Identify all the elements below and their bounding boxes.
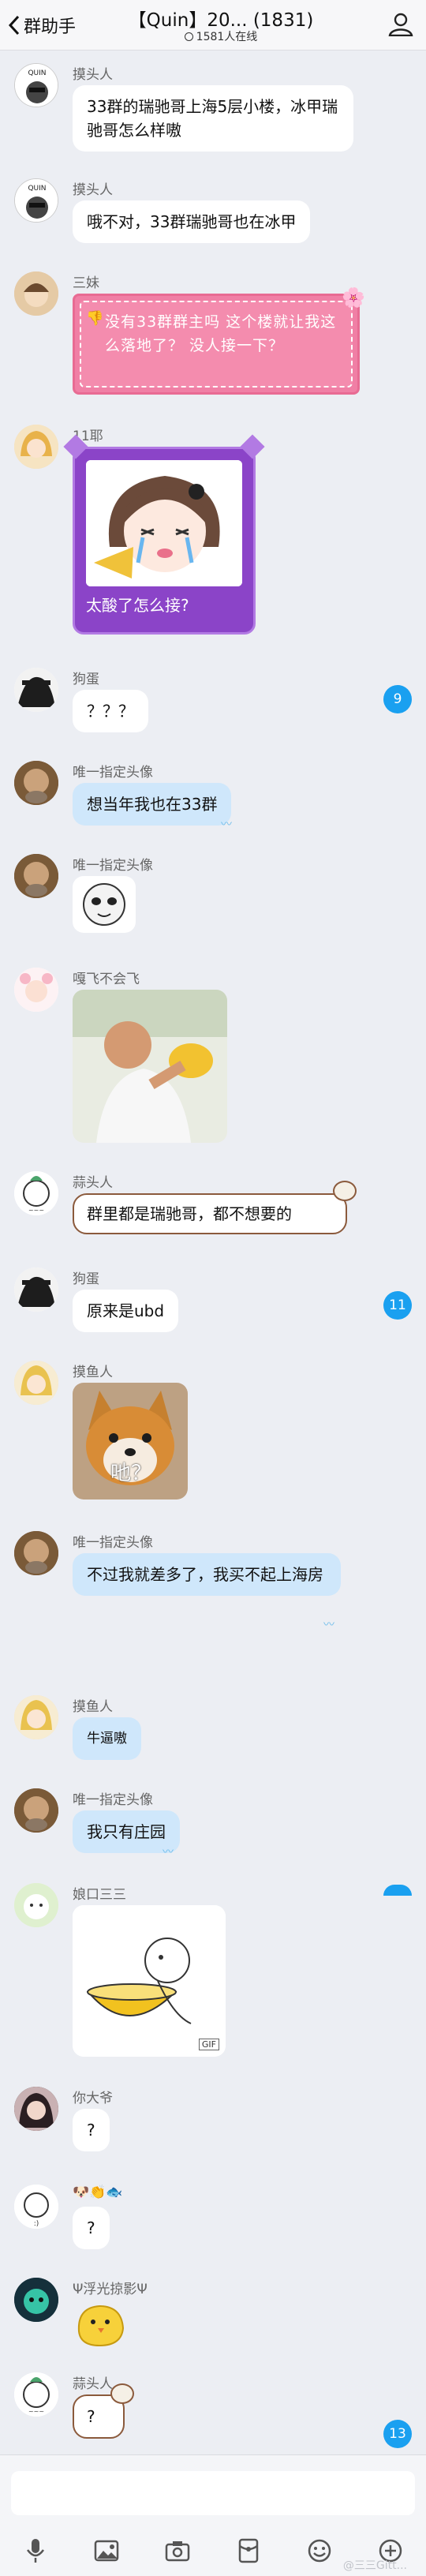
chick-sticker[interactable] <box>73 2300 136 2350</box>
avatar[interactable] <box>14 1883 58 1927</box>
camera-button[interactable] <box>162 2535 193 2567</box>
avatar[interactable] <box>14 761 58 805</box>
image-button[interactable] <box>91 2535 122 2567</box>
svg-text:QUIN: QUIN <box>28 69 46 77</box>
sender-nickname: 娘口三三 <box>73 1887 126 1903</box>
sticker-caption: 太酸了怎么接? <box>86 596 189 615</box>
voice-button[interactable] <box>20 2535 51 2567</box>
unread-badge[interactable]: 13 <box>383 2420 412 2448</box>
sender-nickname: 嘎飞不会飞 <box>73 972 140 987</box>
avatar[interactable] <box>14 271 58 316</box>
sender-nickname: 狗蛋 <box>73 1271 99 1287</box>
panda-sticker[interactable] <box>73 876 136 933</box>
back-label: 群助手 <box>24 17 77 37</box>
text-bubble[interactable]: ？？？ <box>73 690 148 732</box>
bubble-text: ? <box>87 2407 95 2426</box>
bubble-text: 群里都是瑞驰哥，都不想要的 <box>87 1204 292 1223</box>
shiba-image[interactable]: 吔？ <box>73 1383 188 1500</box>
avatar[interactable]: QUIN <box>14 63 58 107</box>
avatar[interactable] <box>14 968 58 1012</box>
chat-header: 群助手 【Quin】20... (1831) 1581人在线 <box>0 0 426 51</box>
sender-nickname: 唯一指定头像 <box>73 1535 153 1551</box>
avatar[interactable] <box>14 2278 58 2322</box>
sender-nickname: Ψ浮光掠影Ψ <box>73 2282 148 2297</box>
chat-title[interactable]: 【Quin】20... (1831) <box>118 5 323 32</box>
text-bubble[interactable]: 想当年我也在33群 <box>73 783 232 826</box>
sender-nickname: 蒜头人 <box>73 2376 113 2392</box>
watermark: @三三Gitt... <box>342 2559 407 2572</box>
unread-badge[interactable]: 9 <box>383 685 412 713</box>
hamster-icon <box>110 2383 134 2404</box>
svg-text:~~~: ~~~ <box>28 2408 44 2415</box>
avatar[interactable] <box>14 854 58 898</box>
unread-badge-partial[interactable] <box>383 1885 412 1896</box>
hamster-icon <box>333 1181 357 1201</box>
avatar[interactable] <box>14 425 58 469</box>
wave-icon: 〰 <box>163 1846 174 1859</box>
sender-nickname: 蒜头人 <box>73 1175 113 1191</box>
svg-text:~~~: ~~~ <box>28 1207 44 1214</box>
sender-nickname: 摸头人 <box>73 182 113 198</box>
gif-label: GIF <box>198 2039 219 2050</box>
sticker-frame[interactable]: 太酸了怎么接? <box>63 434 265 635</box>
text-bubble[interactable]: 原来是ubd <box>73 1290 179 1332</box>
avatar[interactable] <box>14 1361 58 1405</box>
avatar[interactable]: ~~~ <box>14 2372 58 2417</box>
avatar[interactable] <box>14 1531 58 1575</box>
back-button[interactable]: 群助手 <box>8 11 76 39</box>
text-bubble[interactable]: 牛逼嗷 <box>73 1717 141 1760</box>
red-packet-icon <box>238 2538 259 2563</box>
image-icon <box>94 2540 119 2562</box>
red-packet-button[interactable] <box>233 2535 264 2567</box>
camera-icon <box>165 2541 190 2562</box>
svg-text:QUIN: QUIN <box>28 185 46 193</box>
sender-nickname: 唯一指定头像 <box>73 1792 153 1808</box>
photo-image[interactable] <box>73 990 227 1143</box>
text-bubble[interactable]: 不过我就差多了，我买不起上海房 <box>73 1553 341 1596</box>
avatar[interactable] <box>14 668 58 712</box>
sender-nickname: 🐶👏🐟 <box>73 2185 123 2200</box>
sender-nickname: 摸鱼人 <box>73 1699 113 1715</box>
wave-icon: 〰 <box>323 1619 334 1631</box>
microphone-icon <box>26 2539 45 2563</box>
text-bubble[interactable]: 33群的瑞驰哥上海5层小楼，冰甲瑞驰哥怎么样嗷 <box>73 85 353 152</box>
emoji-icon <box>308 2539 331 2563</box>
avatar[interactable]: ~~~ <box>14 1171 58 1215</box>
chevron-left-icon <box>8 15 20 36</box>
cat-ear-icon <box>240 434 265 459</box>
thumb-icon: 👎 <box>86 310 104 327</box>
group-member-icon[interactable] <box>388 13 413 36</box>
svg-text::): :) <box>34 2220 39 2228</box>
gif-image[interactable]: GIF <box>73 1905 226 2057</box>
sender-nickname: 唯一指定头像 <box>73 858 153 874</box>
avatar[interactable]: :) <box>14 2185 58 2229</box>
sender-nickname: 三妹 <box>73 275 99 291</box>
avatar[interactable] <box>14 2087 58 2131</box>
avatar[interactable]: QUIN <box>14 178 58 223</box>
bubble-text: 没有33群群主吗 这个楼就让我这么落地了？ 没人接一下？ <box>105 313 337 354</box>
sender-nickname: 唯一指定头像 <box>73 765 153 781</box>
text-bubble[interactable]: ? <box>73 2109 110 2151</box>
avatar[interactable] <box>14 1695 58 1739</box>
message-input[interactable] <box>11 2471 415 2515</box>
sender-nickname: 你大爷 <box>73 2091 113 2106</box>
sender-nickname: 摸鱼人 <box>73 1365 113 1380</box>
sender-nickname: 摸头人 <box>73 67 113 83</box>
flower-icon: 🌸 <box>342 286 365 309</box>
image-caption: 吔？ <box>110 1462 152 1485</box>
avatar[interactable] <box>14 1788 58 1833</box>
decorated-bubble[interactable]: 群里都是瑞驰哥，都不想要的 <box>73 1181 357 1234</box>
text-bubble[interactable]: ? <box>73 2207 110 2249</box>
decorated-bubble[interactable]: 👎 没有33群群主吗 这个楼就让我这么落地了？ 没人接一下？ 🌸 <box>73 286 365 395</box>
wave-icon: 〰 <box>221 818 232 831</box>
online-count: 1581人在线 <box>118 28 323 44</box>
decorated-bubble[interactable]: ? <box>73 2383 134 2439</box>
crying-girl-sticker <box>86 460 242 586</box>
sender-nickname: 狗蛋 <box>73 672 99 687</box>
unread-badge[interactable]: 11 <box>383 1291 412 1320</box>
emoji-button[interactable] <box>304 2535 335 2567</box>
online-icon <box>184 32 193 41</box>
avatar[interactable] <box>14 1267 58 1312</box>
text-bubble[interactable]: 哦不对，33群瑞驰哥也在冰甲 <box>73 200 311 243</box>
